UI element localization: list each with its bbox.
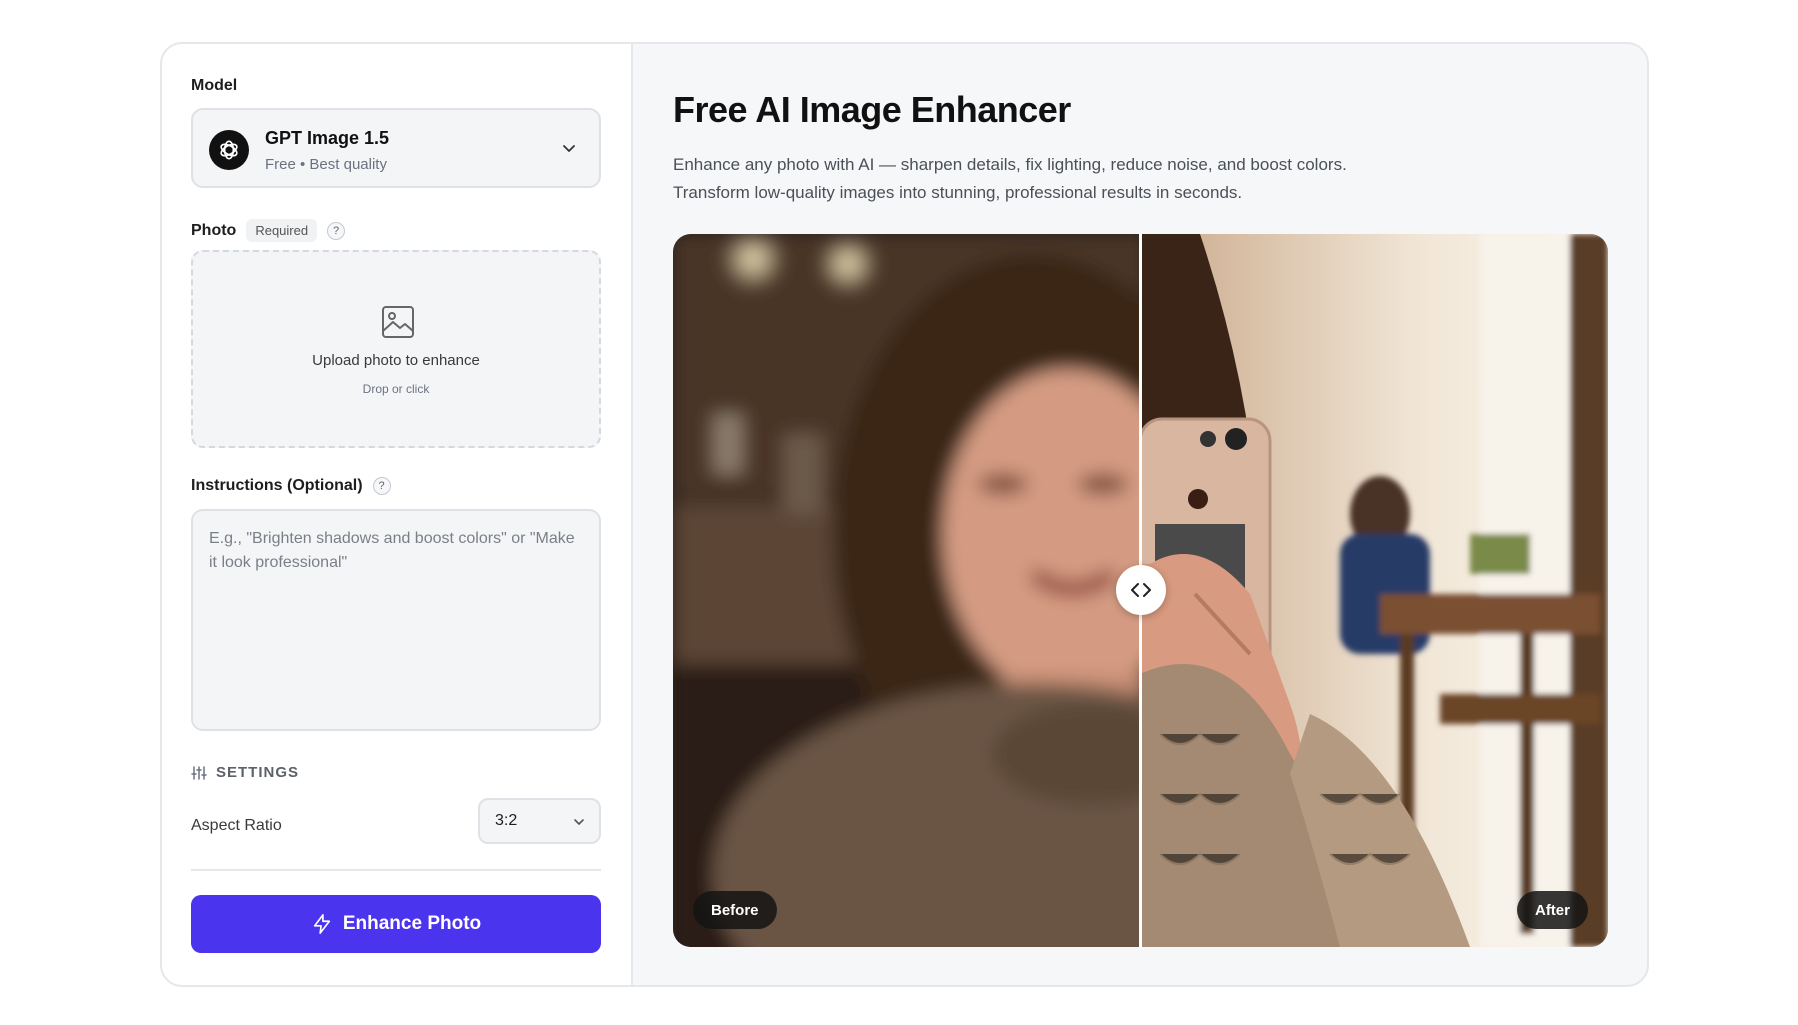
instructions-label: Instructions (Optional) [191, 477, 363, 494]
settings-label: SETTINGS [216, 764, 300, 781]
arrows-left-right-icon [1131, 583, 1151, 597]
lightning-icon [313, 914, 331, 934]
instructions-textarea[interactable]: E.g., "Brighten shadows and boost colors… [191, 509, 601, 731]
enhance-photo-button[interactable]: Enhance Photo [191, 895, 601, 953]
upload-hint: Drop or click [362, 382, 430, 396]
comparison-slider-handle[interactable] [1116, 565, 1166, 615]
before-image [673, 234, 1140, 947]
upload-title: Upload photo to enhance [312, 352, 480, 369]
photo-label: Photo [191, 221, 237, 239]
model-subtitle: Free • Best quality [265, 156, 387, 173]
before-after-comparison[interactable]: Before After [673, 234, 1608, 947]
enhance-photo-label: Enhance Photo [342, 913, 482, 934]
instructions-help-icon[interactable]: ? [372, 477, 391, 495]
required-badge: Required [246, 219, 318, 242]
aspect-ratio-label: Aspect Ratio [191, 817, 282, 834]
openai-logo-icon [209, 130, 249, 170]
after-image [1140, 234, 1608, 947]
instructions-placeholder: E.g., "Brighten shadows and boost colors… [209, 530, 575, 571]
page-description: Enhance any photo with AI — sharpen deta… [673, 151, 1473, 207]
model-label: Model [191, 77, 238, 94]
divider [191, 869, 601, 871]
before-tag: Before [693, 891, 777, 929]
description-line-2: Transform low-quality images into stunni… [673, 183, 1243, 202]
aspect-ratio-value: 3:2 [495, 812, 518, 829]
chevron-down-icon [563, 145, 575, 152]
model-name: GPT Image 1.5 [265, 128, 390, 148]
settings-heading: SETTINGS [191, 764, 299, 781]
chevron-down-icon [574, 819, 584, 825]
model-select[interactable]: GPT Image 1.5 Free • Best quality [191, 108, 601, 188]
enhancer-card: Model GPT Image 1.5 Free • Best quality … [160, 42, 1649, 987]
photo-label-row: Photo Required ? [191, 219, 346, 242]
preview-panel: Free AI Image Enhancer Enhance any photo… [633, 44, 1647, 985]
after-tag: After [1516, 891, 1588, 929]
page-title: Free AI Image Enhancer [673, 89, 1071, 130]
sliders-icon [191, 765, 207, 780]
description-line-1: Enhance any photo with AI — sharpen deta… [673, 155, 1347, 174]
photo-upload-dropzone[interactable]: Upload photo to enhance Drop or click [191, 250, 601, 448]
instructions-label-row: Instructions (Optional) ? [191, 477, 391, 495]
image-icon [382, 306, 414, 338]
photo-help-icon[interactable]: ? [327, 221, 346, 240]
aspect-ratio-select[interactable]: 3:2 [478, 798, 601, 844]
settings-panel: Model GPT Image 1.5 Free • Best quality … [162, 44, 633, 985]
